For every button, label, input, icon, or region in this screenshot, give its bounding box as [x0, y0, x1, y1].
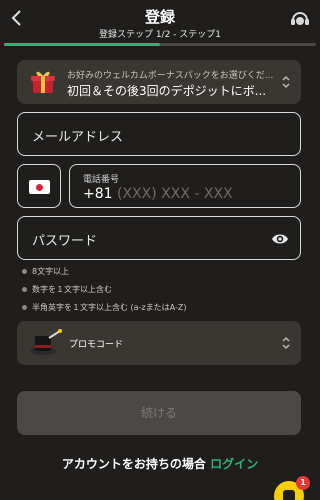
- login-prompt-text: アカウントをお持ちの場合: [61, 457, 206, 471]
- password-field[interactable]: パスワード: [17, 216, 301, 260]
- phone-field[interactable]: 電話番号 +81 (XXX) XXX - XXX: [69, 164, 301, 208]
- bonus-selector[interactable]: お好みのウェルカムボーナスパックをお選びくだ... 初回＆その後3回のデポジット…: [17, 60, 301, 104]
- phone-country-code: +81: [83, 186, 113, 202]
- password-rule: 数字を１文字以上含む: [22, 284, 302, 302]
- login-link[interactable]: ログイン: [210, 457, 258, 471]
- phone-label: 電話番号: [83, 175, 120, 185]
- login-prompt: アカウントをお持ちの場合 ログイン: [0, 455, 320, 472]
- password-rules: 8文字以上 数字を１文字以上含む 半角英字を１文字以上含む (a-zまたはA-Z…: [22, 266, 302, 320]
- email-placeholder: メールアドレス: [32, 130, 124, 145]
- promo-code-label: プロモコード: [69, 340, 124, 350]
- gift-icon: [29, 69, 57, 95]
- continue-button[interactable]: 続ける: [17, 391, 301, 435]
- email-field[interactable]: メールアドレス: [17, 112, 301, 156]
- password-rule: 半角英字を１文字以上含む (a-zまたはA-Z): [22, 302, 302, 320]
- japan-flag-icon: [29, 180, 50, 194]
- bullet-icon: [22, 287, 27, 292]
- password-rule: 8文字以上: [22, 266, 302, 284]
- chevron-updown-icon: [281, 335, 291, 351]
- page-title: 登録: [144, 8, 175, 26]
- header: 登録 登録ステップ 1/2 - ステップ1: [0, 0, 320, 46]
- bonus-hint: お好みのウェルカムボーナスパックをお選びくだ...: [67, 71, 274, 81]
- bonus-selected-value: 初回＆その後3回のデポジットにボ...: [67, 84, 267, 98]
- promo-code-selector[interactable]: プロモコード: [17, 321, 301, 365]
- eye-icon[interactable]: [271, 231, 289, 245]
- step-subtitle: 登録ステップ 1/2 - ステップ1: [98, 30, 222, 40]
- progress-fill: [4, 43, 160, 46]
- bullet-icon: [22, 305, 27, 310]
- country-code-button[interactable]: [17, 164, 61, 208]
- support-agent-icon[interactable]: [288, 7, 312, 31]
- notification-badge: 1: [296, 476, 310, 490]
- phone-mask: (XXX) XXX - XXX: [117, 186, 233, 202]
- chevron-updown-icon: [281, 74, 291, 90]
- password-placeholder: パスワード: [32, 234, 98, 249]
- progress-bar: [4, 43, 316, 46]
- phone-value: +81 (XXX) XXX - XXX: [83, 186, 233, 202]
- magic-hat-icon: [29, 328, 63, 358]
- bullet-icon: [22, 269, 27, 274]
